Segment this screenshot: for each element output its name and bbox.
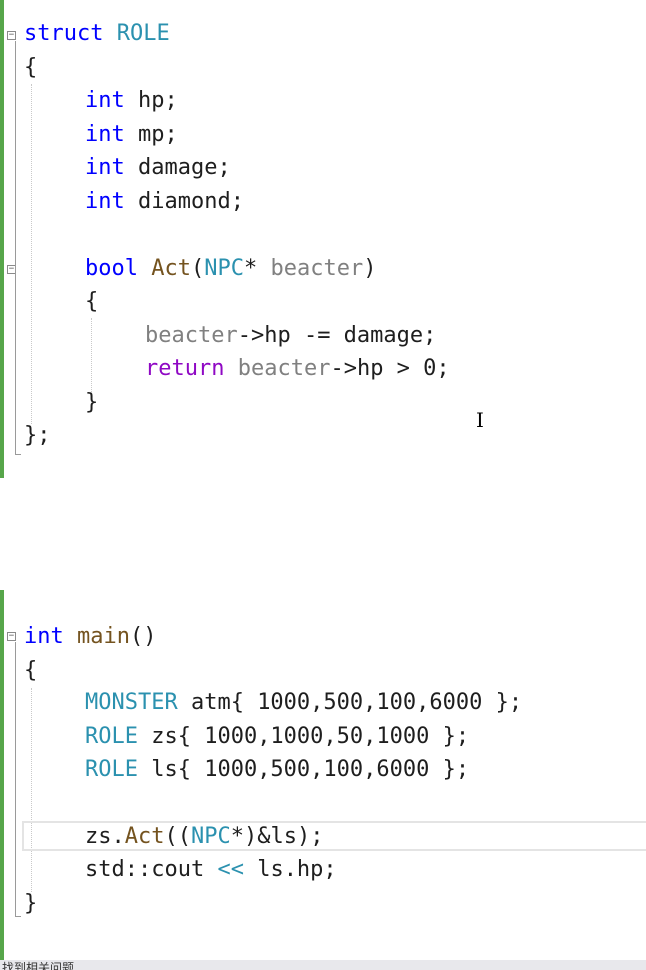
code-token: int xyxy=(85,155,125,180)
code-token: beacter xyxy=(237,356,331,381)
fold-end-main xyxy=(15,916,21,917)
fold-region-struct xyxy=(15,41,16,454)
fold-toggle-struct[interactable]: − xyxy=(7,31,16,40)
code-token: ->hp -= damage; xyxy=(237,323,437,348)
code-token: << xyxy=(217,857,244,882)
code-token: int xyxy=(85,122,125,147)
indent-guide-main xyxy=(31,688,32,892)
code-token: NPC xyxy=(204,256,244,281)
code-token: * xyxy=(243,256,271,281)
code-token: zs{ 1000,1000,50,1000 }; xyxy=(137,724,470,749)
code-token: hp; xyxy=(124,88,178,113)
code-token: ROLE xyxy=(85,724,138,749)
code-token: } xyxy=(24,891,38,916)
code-editor[interactable]: − − − struct ROLE { int hp; int mp; int … xyxy=(0,0,646,960)
code-token: (( xyxy=(164,824,192,849)
fold-region-main xyxy=(15,642,16,916)
bottom-panel-label: 找到相关问题 xyxy=(2,961,75,970)
change-bar-top xyxy=(0,0,4,478)
code-token: () xyxy=(129,624,157,649)
line-close-brace-2[interactable]: } xyxy=(85,390,98,416)
code-token: int xyxy=(24,624,64,649)
code-token: int xyxy=(85,189,125,214)
code-token: mp; xyxy=(124,122,178,147)
code-token: beacter xyxy=(270,256,364,281)
code-token: ->hp > 0; xyxy=(330,356,450,381)
change-bar-bottom xyxy=(0,590,4,960)
code-token: ls{ 1000,500,100,6000 }; xyxy=(137,757,470,782)
indent-guide-struct xyxy=(31,84,32,424)
code-token: } xyxy=(85,390,99,415)
line-open-brace-3[interactable]: { xyxy=(24,658,37,684)
indent-guide-act xyxy=(91,318,92,392)
line-bool-act[interactable]: bool Act(NPC* beacter) xyxy=(85,256,376,282)
code-token: std::cout xyxy=(85,857,218,882)
code-token: return xyxy=(145,356,225,381)
code-token: { xyxy=(24,658,38,683)
line-int-hp[interactable]: int hp; xyxy=(85,88,178,114)
line-zs-act[interactable]: zs.Act((NPC*)&ls); xyxy=(85,824,323,850)
code-token: }; xyxy=(24,423,51,448)
code-token: beacter xyxy=(145,323,238,348)
text-cursor-icon: I xyxy=(476,408,484,432)
line-open-brace-1[interactable]: { xyxy=(24,55,37,81)
line-cout[interactable]: std::cout << ls.hp; xyxy=(85,857,337,883)
code-token: diamond; xyxy=(124,189,244,214)
bottom-panel: 找到相关问题 xyxy=(0,960,646,970)
code-token: MONSTER xyxy=(85,690,178,715)
code-token: atm{ 1000,500,100,6000 }; xyxy=(177,690,523,715)
code-token: ( xyxy=(190,256,205,281)
line-int-damage[interactable]: int damage; xyxy=(85,155,231,181)
line-int-main[interactable]: int main() xyxy=(24,624,156,650)
code-token: Act xyxy=(151,256,191,281)
code-token: ROLE xyxy=(116,21,170,46)
line-close-struct[interactable]: }; xyxy=(24,423,51,449)
code-token: *)&ls); xyxy=(230,824,324,849)
code-token: main xyxy=(77,624,130,649)
fold-toggle-main[interactable]: − xyxy=(7,632,16,641)
line-role-zs[interactable]: ROLE zs{ 1000,1000,50,1000 }; xyxy=(85,724,469,750)
line-int-diamond[interactable]: int diamond; xyxy=(85,189,244,215)
code-token: { xyxy=(85,289,99,314)
line-return[interactable]: return beacter->hp > 0; xyxy=(145,356,450,382)
line-monster-atm[interactable]: MONSTER atm{ 1000,500,100,6000 }; xyxy=(85,690,522,716)
line-close-brace-3[interactable]: } xyxy=(24,891,37,917)
line-open-brace-2[interactable]: { xyxy=(85,289,98,315)
code-token: Act xyxy=(124,824,165,849)
code-token: ) xyxy=(363,256,377,281)
code-token: int xyxy=(85,88,125,113)
fold-end-struct xyxy=(15,454,21,455)
line-beacter-hp[interactable]: beacter->hp -= damage; xyxy=(145,323,436,349)
code-token: zs. xyxy=(85,824,125,849)
code-token: ROLE xyxy=(85,757,138,782)
line-int-mp[interactable]: int mp; xyxy=(85,122,178,148)
code-token: damage; xyxy=(124,155,231,180)
code-token: { xyxy=(24,55,38,80)
code-token: NPC xyxy=(191,824,231,849)
line-struct-role[interactable]: struct ROLE xyxy=(24,21,170,47)
code-token: ls.hp; xyxy=(243,857,337,882)
code-token: bool xyxy=(85,256,138,281)
code-token: struct xyxy=(24,21,104,46)
line-role-ls[interactable]: ROLE ls{ 1000,500,100,6000 }; xyxy=(85,757,469,783)
